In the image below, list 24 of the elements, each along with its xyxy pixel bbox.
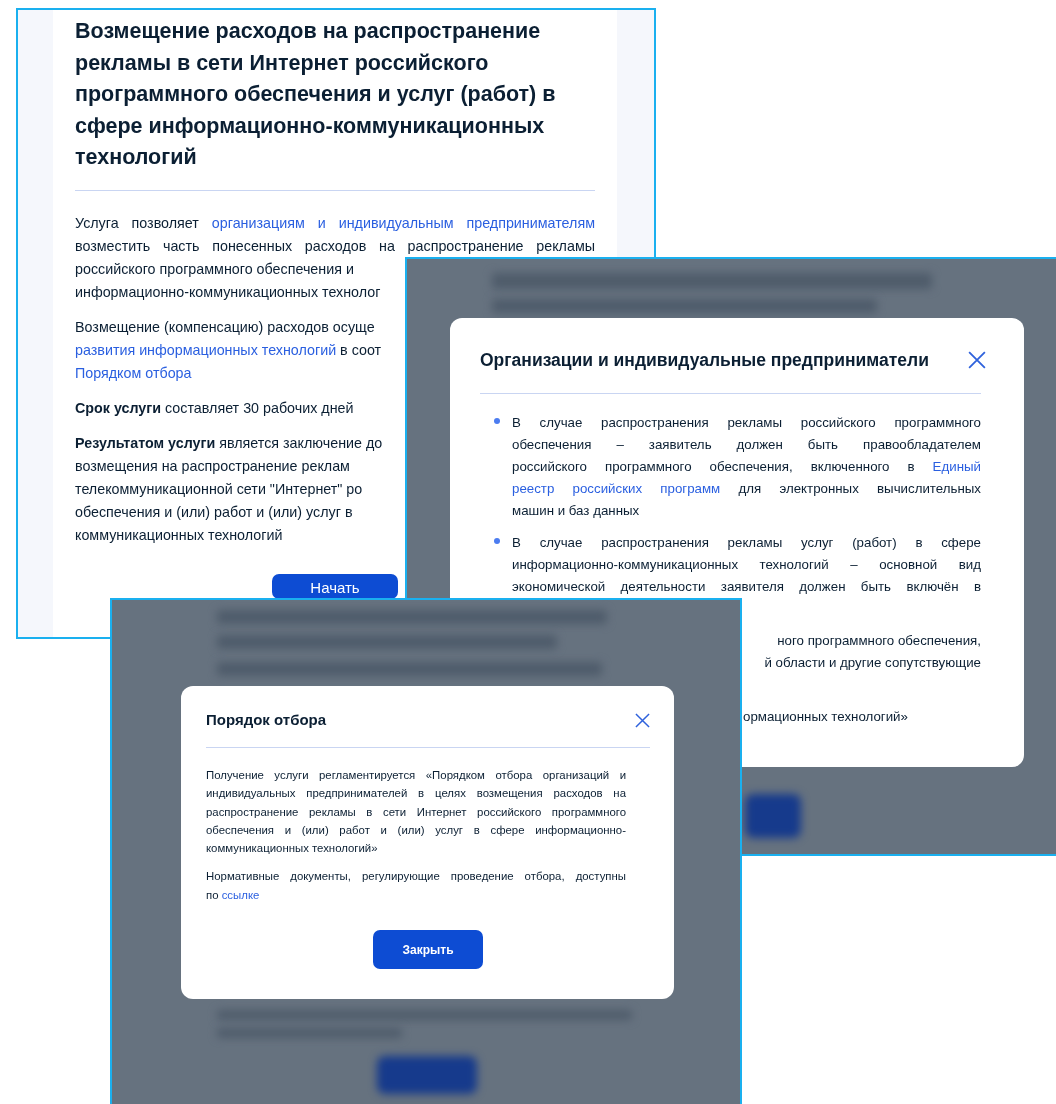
start-button[interactable]: Начать — [272, 573, 398, 599]
close-button[interactable]: Закрыть — [373, 930, 483, 970]
link[interactable]: Единый — [932, 459, 981, 474]
page-title: Возмещение расходов на распространение рекламы в сети Интернет российского программного обеспечения и услуг (работ) в сфере информационно-коммуникационных технологий — [75, 18, 557, 171]
paragraph: Срок услуги составляет 30 рабочих дней — [75, 398, 354, 418]
text-fragment: ного программного обеспечения, й области и другие сопутствующие — [763, 632, 981, 672]
paragraph: Нормативные документы, регулирующие проведение отбора, доступны по ссылке — [206, 869, 626, 903]
list-item: В случае распространения рекламы российского программного обеспечения – заявитель должен быть правообладателем российского программного обеспечения, включенного в Единый реестр российских программ для электронных вычислительных машин и баз данных — [512, 414, 981, 520]
text-fragment: ормационных технологий» — [743, 708, 909, 726]
link[interactable]: реестр российских программ — [512, 481, 721, 496]
paragraph: Получение услуги регламентируется «Порядком отбора организаций и индивидуальных предпринимателей в целях возмещения расходов на распространение рекламы в сети Интернет российского программного обеспечения и (или) работ и (или) услуг в сфере информационно- коммуникационных технологий» — [206, 768, 626, 857]
link[interactable]: развития информационных технологий — [75, 341, 337, 358]
link[interactable]: организациям и индивидуальным предпринимателям — [211, 214, 595, 231]
modal-title: Организации и индивидуальные предприниматели — [480, 349, 929, 372]
modal-title: Порядок отбора — [206, 710, 327, 730]
paragraph: Возмещение (компенсацию) расходов осуще развития информационных технологий в соот Порядком отбора — [75, 317, 382, 383]
paragraph: Результатом услуги является заключение до возмещения на распространение реклам телекоммуникационной сети "Интернет" ро обеспечения и (или) работ и (или) услуг в коммуникационных технологий — [75, 433, 383, 545]
bullet-icon — [494, 538, 500, 544]
close-icon[interactable] — [968, 351, 986, 369]
close-icon[interactable] — [635, 712, 650, 728]
bullet-icon — [494, 418, 500, 424]
list-item: В случае распространения рекламы услуг (работ) в сфере информационно-коммуникационных технологий – основной вид экономической деятельности заявителя должен быть включён в — [512, 534, 981, 596]
link[interactable]: ссылке — [221, 888, 260, 901]
link[interactable]: Порядком отбора — [75, 364, 192, 381]
